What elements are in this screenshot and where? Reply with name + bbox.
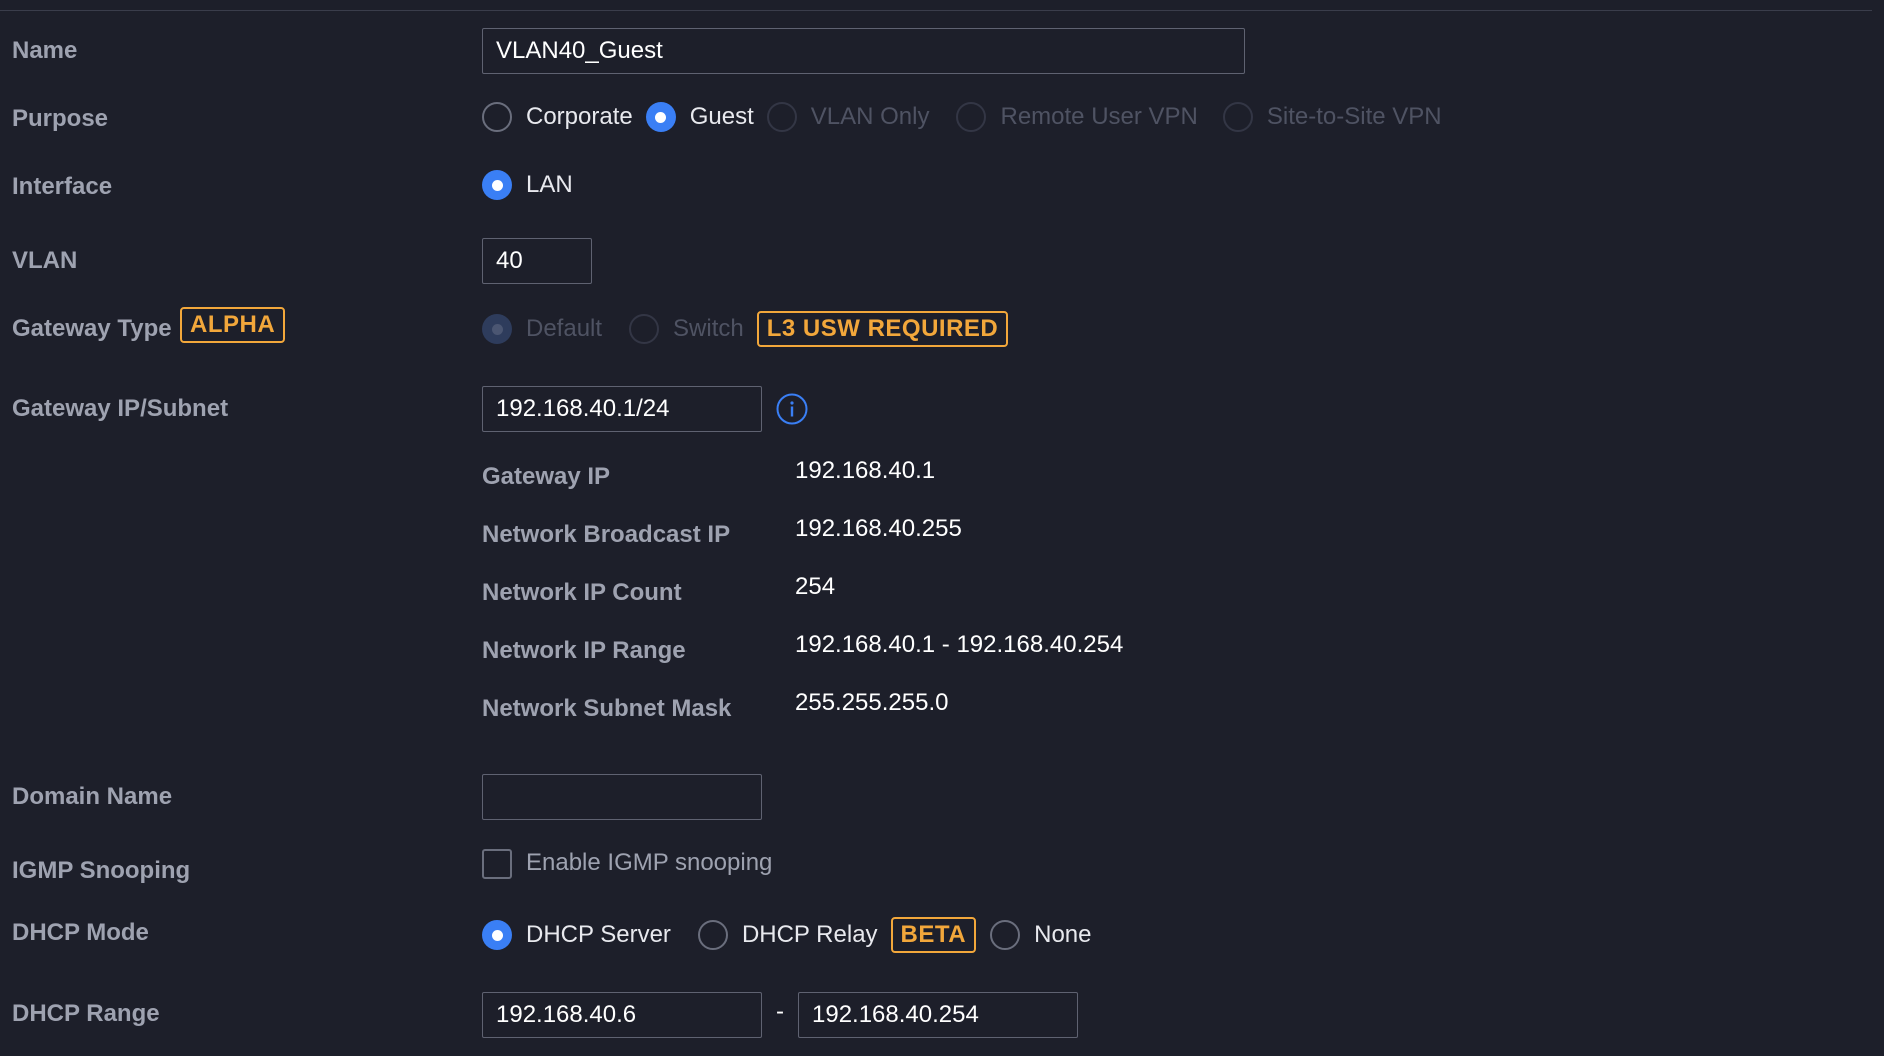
domain-name-input[interactable] — [482, 774, 762, 820]
purpose-option-site-to-site-vpn: Site-to-Site VPN — [1222, 102, 1442, 132]
igmp-snooping-checkbox[interactable] — [482, 849, 512, 879]
detail-value-subnet-mask: 255.255.255.0 — [795, 689, 949, 716]
l3-usw-required-badge: L3 USW REQUIRED — [756, 311, 1009, 347]
dhcp-mode-option-label: DHCP Relay — [741, 921, 878, 948]
dhcp-range-end-input[interactable]: 192.168.40.254 — [798, 992, 1078, 1038]
gateway-type-option-default: Default — [482, 314, 602, 344]
radio-disabled-icon — [766, 102, 797, 132]
radio-checked-icon[interactable] — [482, 170, 512, 200]
radio-checked-icon[interactable] — [482, 920, 512, 950]
gateway-type-label: Gateway Type — [12, 315, 172, 342]
interface-option-lan[interactable]: LAN — [482, 170, 573, 200]
radio-unchecked-icon[interactable] — [697, 920, 728, 950]
dhcp-mode-label: DHCP Mode — [12, 919, 149, 946]
dhcp-range-label: DHCP Range — [12, 1000, 160, 1027]
igmp-snooping-label: IGMP Snooping — [12, 857, 191, 884]
purpose-radio-group: Corporate Guest VLAN Only Remote User VP… — [482, 100, 1455, 134]
gateway-subnet-input[interactable]: 192.168.40.1/24 — [482, 386, 762, 432]
detail-label-ip-count: Network IP Count — [482, 579, 682, 606]
vlan-label: VLAN — [12, 247, 78, 274]
info-icon[interactable] — [776, 393, 808, 425]
interface-label: Interface — [12, 173, 113, 200]
purpose-option-remote-user-vpn: Remote User VPN — [956, 102, 1198, 132]
network-settings-form: Name VLAN40_Guest Purpose Corporate Gues… — [0, 0, 1884, 1056]
radio-disabled-icon — [629, 314, 660, 344]
section-divider — [0, 10, 1872, 11]
detail-label-ip-range: Network IP Range — [482, 637, 686, 664]
gateway-type-option-label: Default — [526, 315, 603, 342]
gateway-subnet-label: Gateway IP/Subnet — [12, 395, 229, 422]
purpose-option-label: Remote User VPN — [1000, 103, 1198, 130]
dhcp-mode-option-none[interactable]: None — [990, 920, 1091, 950]
detail-label-subnet-mask: Network Subnet Mask — [482, 695, 732, 722]
purpose-option-label: Site-to-Site VPN — [1266, 103, 1442, 130]
dhcp-mode-radio-group: DHCP Server DHCP Relay BETA None — [482, 917, 1104, 953]
radio-unchecked-icon[interactable] — [482, 102, 512, 132]
interface-option-label: LAN — [526, 171, 573, 198]
gateway-type-radio-group: Default Switch L3 USW REQUIRED — [482, 311, 1009, 347]
gateway-type-option-label: Switch — [673, 315, 744, 342]
purpose-option-label: Corporate — [526, 103, 633, 130]
dhcp-mode-option-relay[interactable]: DHCP Relay — [697, 920, 878, 950]
detail-value-ip-count: 254 — [795, 573, 836, 600]
vlan-id-input[interactable]: 40 — [482, 238, 592, 284]
radio-checked-icon[interactable] — [645, 102, 676, 132]
dhcp-mode-option-label: None — [1034, 921, 1092, 948]
gateway-type-option-switch: Switch — [629, 314, 744, 344]
purpose-option-label: VLAN Only — [810, 103, 930, 130]
purpose-option-corporate[interactable]: Corporate — [482, 102, 633, 132]
beta-badge: BETA — [890, 917, 977, 953]
purpose-option-label: Guest — [689, 103, 754, 130]
detail-value-broadcast-ip: 192.168.40.255 — [795, 515, 962, 542]
radio-unchecked-icon[interactable] — [990, 920, 1021, 950]
purpose-option-guest[interactable]: Guest — [645, 102, 754, 132]
dhcp-range-start-input[interactable]: 192.168.40.6 — [482, 992, 762, 1038]
radio-disabled-icon — [1222, 102, 1253, 132]
radio-checked-disabled-icon — [482, 314, 512, 344]
detail-value-ip-range: 192.168.40.1 - 192.168.40.254 — [795, 631, 1124, 658]
alpha-badge: ALPHA — [180, 307, 286, 343]
detail-label-gateway-ip: Gateway IP — [482, 463, 611, 490]
domain-name-label: Domain Name — [12, 783, 173, 810]
detail-value-gateway-ip: 192.168.40.1 — [795, 457, 936, 484]
dhcp-range-separator: - — [776, 998, 784, 1025]
radio-disabled-icon — [956, 102, 987, 132]
detail-label-broadcast-ip: Network Broadcast IP — [482, 521, 731, 548]
dhcp-mode-option-label: DHCP Server — [526, 921, 671, 948]
dhcp-mode-option-server[interactable]: DHCP Server — [482, 920, 671, 950]
purpose-option-vlan-only: VLAN Only — [766, 102, 930, 132]
igmp-snooping-checkbox-label: Enable IGMP snooping — [526, 849, 773, 876]
interface-radio-group: LAN — [482, 168, 586, 202]
purpose-label: Purpose — [12, 105, 109, 132]
name-label: Name — [12, 37, 78, 64]
name-input[interactable]: VLAN40_Guest — [482, 28, 1245, 74]
